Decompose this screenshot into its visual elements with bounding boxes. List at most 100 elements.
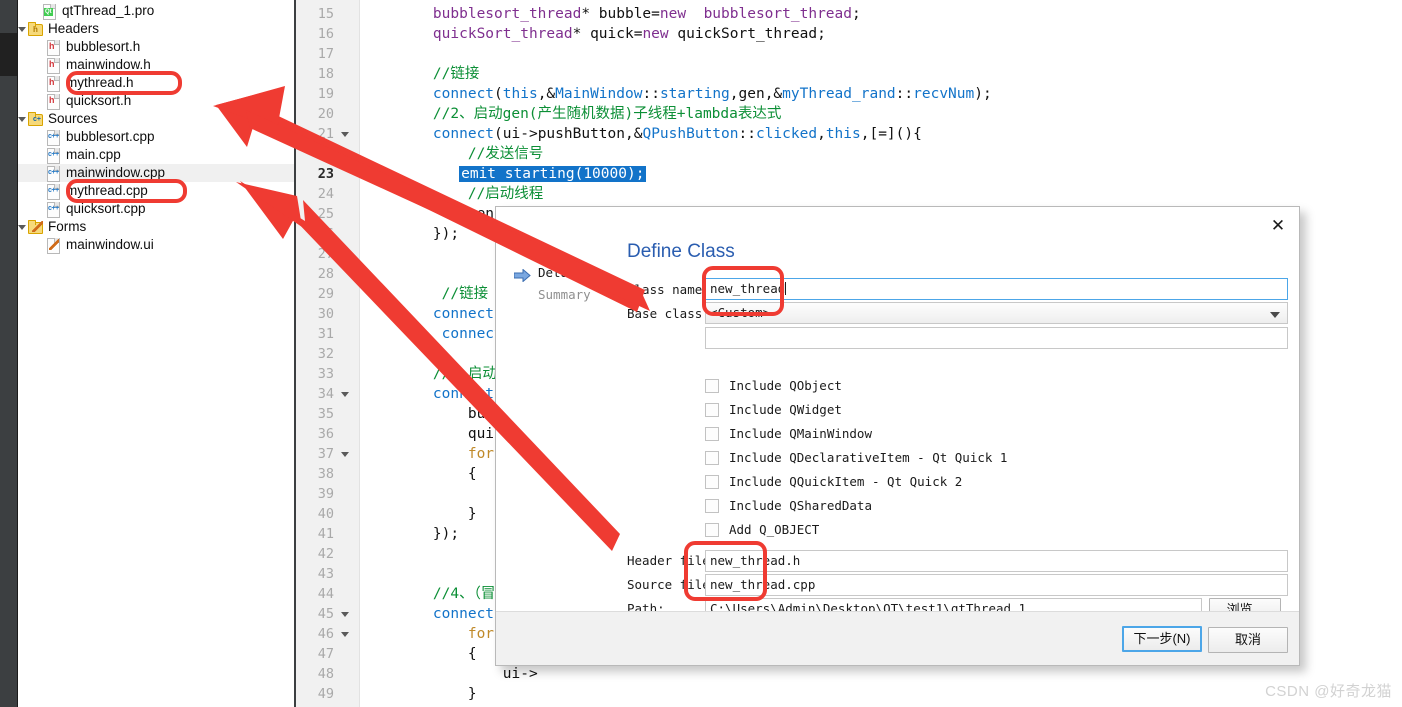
checkbox-include-qwidget[interactable]: Include QWidget (705, 399, 1205, 421)
project-tree: Qt qtThread_1.pro h Headers h bubblesort.h h ma… (18, 0, 294, 707)
code-fold-toggle-icon[interactable] (341, 124, 351, 144)
class-name-label: Class name: (627, 282, 710, 297)
right-arrow-icon (513, 267, 531, 283)
checkbox-add-q-object[interactable]: Add Q_OBJECT (705, 519, 1205, 541)
checkbox-include-qobject[interactable]: Include QObject (705, 375, 1205, 397)
tree-item-mythread-h[interactable]: h mythread.h (18, 74, 294, 92)
next-button[interactable]: 下一步(N) (1122, 626, 1202, 652)
line-number: 42 (317, 546, 334, 562)
checkbox-box-icon[interactable] (705, 379, 719, 393)
tree-item-mainwindow-ui[interactable]: mainwindow.ui (18, 236, 294, 254)
checkbox-box-icon[interactable] (705, 427, 719, 441)
line-number: 16 (317, 26, 334, 42)
checkbox-box-icon[interactable] (705, 499, 719, 513)
cancel-button[interactable]: 取消 (1208, 627, 1288, 653)
cpp-badge: c++ (48, 133, 59, 140)
code-token: quickSort_thread (668, 26, 818, 42)
cpp-badge: c++ (48, 151, 59, 158)
chevron-down-icon (1270, 312, 1280, 318)
code-fold-toggle-icon[interactable] (341, 624, 351, 644)
code-token: myThread_rand (782, 86, 896, 102)
twisty-expanded-icon[interactable] (18, 218, 27, 236)
code-fold-toggle-icon[interactable] (341, 604, 351, 624)
tree-item-quicksort-h[interactable]: h quicksort.h (18, 92, 294, 110)
tree-item-forms[interactable]: Forms (18, 218, 294, 236)
checkbox-include-qdeclarativeitem-qt-quick-1[interactable]: Include QDeclarativeItem - Qt Quick 1 (705, 447, 1205, 469)
line-number: 39 (317, 486, 334, 502)
checkbox-include-qquickitem-qt-quick-2[interactable]: Include QQuickItem - Qt Quick 2 (705, 471, 1205, 493)
define-class-dialog: ✕ Define Class Details Summary Class nam… (495, 206, 1300, 666)
ui-file-icon (46, 237, 60, 254)
code-token: for (467, 446, 495, 462)
code-token: pushButton (537, 126, 625, 142)
tree-item-main-cpp[interactable]: c++ main.cpp (18, 146, 294, 164)
checkbox-include-qmainwindow[interactable]: Include QMainWindow (705, 423, 1205, 445)
line-number: 23 (317, 166, 334, 182)
line-number: 37 (317, 446, 334, 462)
tree-item-headers[interactable]: h Headers (18, 20, 294, 38)
tree-item-bubblesort-h[interactable]: h bubblesort.h (18, 38, 294, 56)
line-number: 33 (317, 366, 334, 382)
base-class-value: <Custom> (710, 305, 771, 320)
code-line: //启动线程 (398, 184, 543, 204)
code-token: recvNum (913, 86, 975, 102)
tree-item-mainwindow-cpp[interactable]: c++ mainwindow.cpp (18, 164, 294, 182)
header-file-input[interactable]: new_thread.h (705, 550, 1288, 572)
wizard-step-summary[interactable]: Summary (508, 284, 618, 306)
code-fold-toggle-icon[interactable] (341, 444, 351, 464)
tree-item-label: mainwindow.cpp (66, 165, 166, 180)
pro-file-icon: Qt (42, 3, 56, 20)
source-file-input[interactable]: new_thread.cpp (705, 574, 1288, 596)
class-name-input[interactable]: new_thread (705, 278, 1288, 300)
tree-item-label: mythread.cpp (66, 183, 148, 198)
code-token: connect (432, 126, 495, 142)
code-token: QPushButton (642, 126, 739, 142)
line-number: 25 (317, 206, 334, 222)
base-class-select[interactable]: <Custom> (705, 302, 1288, 324)
tree-item-mainwindow-h[interactable]: h mainwindow.h (18, 56, 294, 74)
twisty-expanded-icon[interactable] (18, 110, 27, 128)
ide-rail-active-block (0, 33, 17, 76)
code-token: clicked (755, 126, 818, 142)
tree-item-mythread-cpp[interactable]: c++ mythread.cpp (18, 182, 294, 200)
tree-item-sources[interactable]: c+ Sources (18, 110, 294, 128)
tree-item-quicksort-cpp[interactable]: c++ quicksort.cpp (18, 200, 294, 218)
code-token: for (467, 626, 495, 642)
code-line: //链接 (398, 64, 479, 84)
code-fold-toggle-icon[interactable] (341, 384, 351, 404)
checkbox-box-icon[interactable] (705, 403, 719, 417)
wizard-step-details[interactable]: Details (508, 262, 618, 284)
code-line: emit starting(10000); (398, 164, 647, 184)
checkbox-box-icon[interactable] (705, 475, 719, 489)
code-line: bubblesort_thread* bubble=new bubblesort… (398, 4, 861, 24)
code-token: new (642, 26, 669, 42)
header-file-label: Header file: (627, 553, 718, 568)
tree-item-qtthread-1-pro[interactable]: Qt qtThread_1.pro (18, 2, 294, 20)
code-line: //2、启动gen(产生随机数据)子线程+lambda表达式 (398, 104, 781, 124)
checkbox-box-icon[interactable] (705, 451, 719, 465)
line-number: 48 (317, 666, 334, 682)
checkbox-include-qshareddata[interactable]: Include QSharedData (705, 495, 1205, 517)
code-line: quickSort_thread* quick=new quickSort_th… (398, 24, 826, 44)
checkbox-box-icon[interactable] (705, 523, 719, 537)
tree-item-bubblesort-cpp[interactable]: c++ bubblesort.cpp (18, 128, 294, 146)
line-number: 30 (317, 306, 334, 322)
checkbox-label: Include QSharedData (729, 498, 872, 513)
custom-base-class-input[interactable] (705, 327, 1288, 349)
code-token: ,gen,& (729, 86, 783, 102)
folder-cpp-badge: c+ (33, 116, 41, 123)
code-token: connect (432, 86, 495, 102)
tree-item-label: quicksort.h (66, 93, 132, 108)
close-icon[interactable]: ✕ (1267, 215, 1289, 237)
code-token: ); (974, 86, 992, 102)
twisty-expanded-icon[interactable] (18, 20, 27, 38)
header-file-value: new_thread.h (710, 553, 801, 568)
